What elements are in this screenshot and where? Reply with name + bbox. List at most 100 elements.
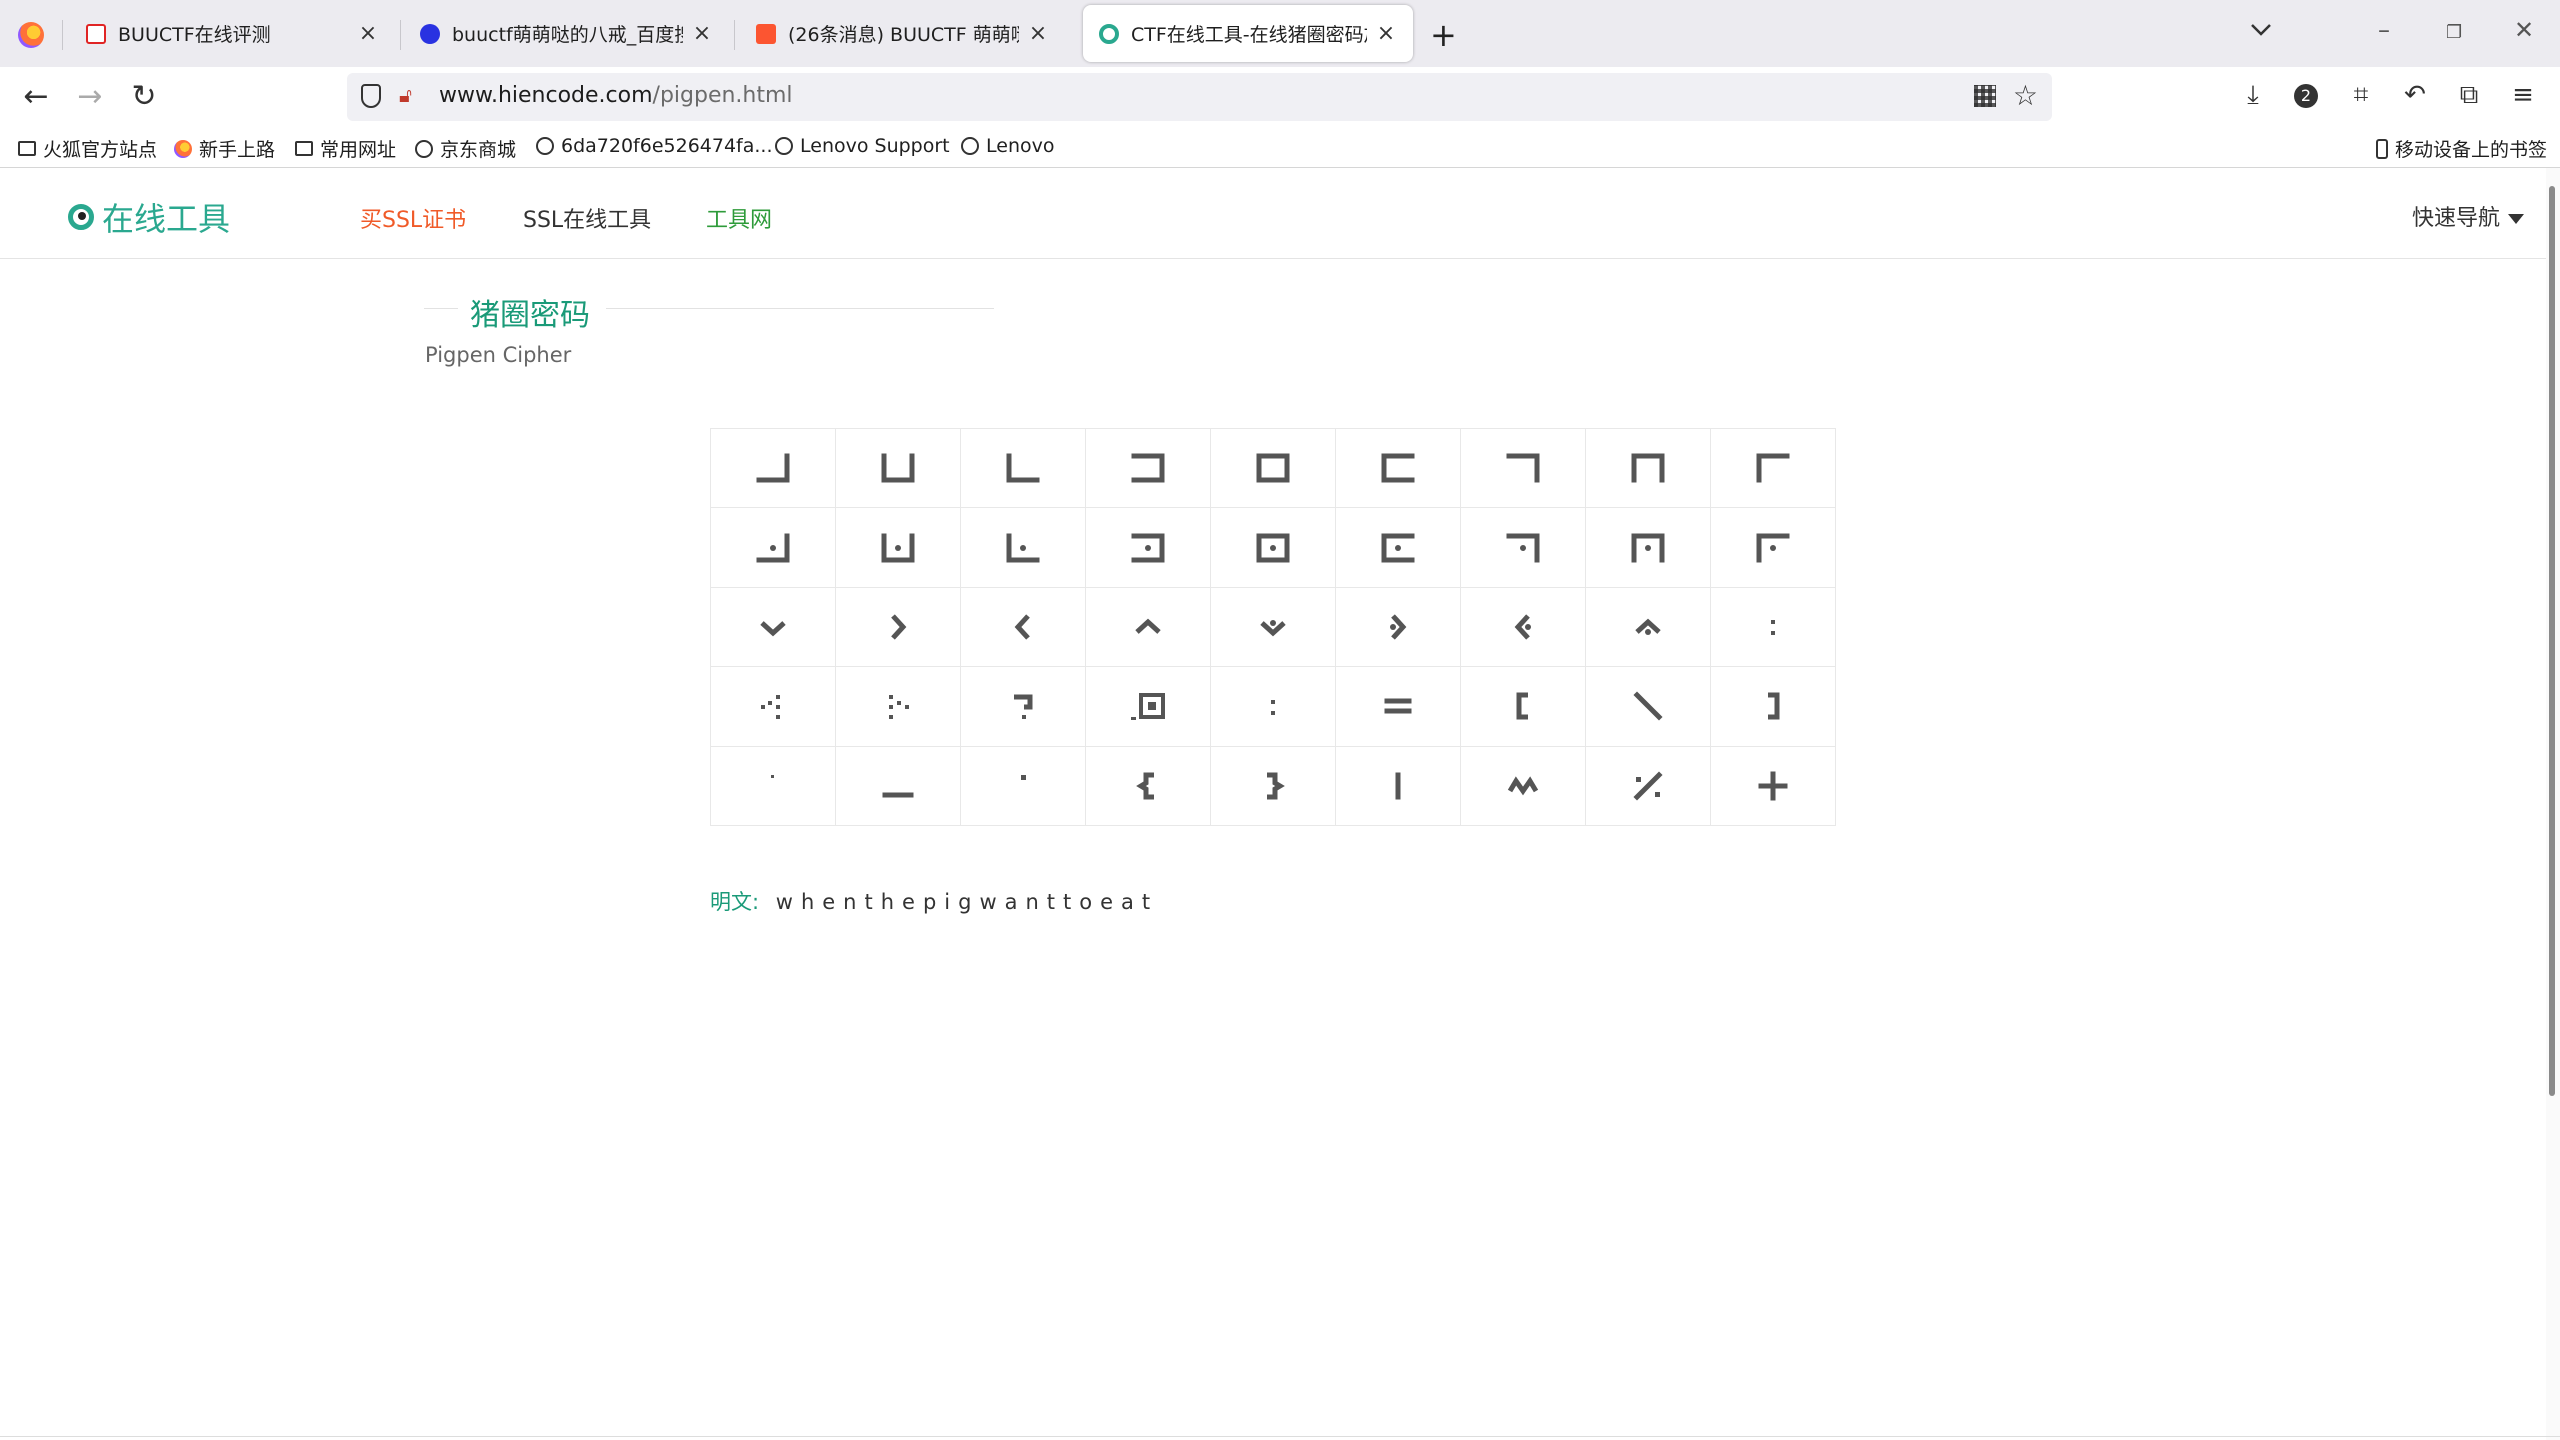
pigpen-key-percent[interactable] — [1585, 745, 1711, 827]
bookmark-star-icon[interactable]: ☆ — [2013, 79, 2038, 112]
pigpen-key-grid-tr[interactable] — [1460, 427, 1586, 509]
pigpen-key-underscore[interactable] — [835, 745, 961, 827]
restore-window-icon[interactable]: ❐ — [2446, 22, 2462, 43]
pigpen-key-v-up[interactable] — [1085, 586, 1211, 668]
pigpen-key-box-dot[interactable] — [1085, 666, 1211, 747]
pigpen-key-grid-br-dot[interactable] — [710, 507, 836, 588]
pigpen-symbol-icon — [1131, 693, 1165, 721]
bookmark-jd[interactable]: 京东商城 — [415, 135, 516, 162]
list-all-tabs-chevron-icon[interactable] — [2250, 18, 2272, 42]
pigpen-key-colon-small[interactable] — [1210, 666, 1336, 747]
pigpen-key-question[interactable] — [960, 666, 1086, 747]
pigpen-key-tilde[interactable] — [1460, 745, 1586, 827]
pigpen-key-grid-bl-br-dot[interactable] — [835, 507, 961, 588]
tab-baidu-search[interactable]: buuctf萌萌哒的八戒_百度搜索 × — [404, 5, 729, 62]
pigpen-key-v-left[interactable] — [960, 586, 1086, 668]
pigpen-key-grid-tr-dot[interactable] — [1460, 507, 1586, 588]
pigpen-key-equals[interactable] — [1335, 666, 1461, 747]
pigpen-symbol-icon — [1014, 614, 1030, 640]
bookmark-mobile[interactable]: 移动设备上的书签 — [2376, 135, 2547, 162]
nav-tools-site[interactable]: 工具网 — [706, 202, 772, 234]
qr-code-icon[interactable] — [1974, 85, 1996, 107]
pigpen-key-grid-all[interactable] — [1210, 427, 1336, 509]
bookmark-getting-started[interactable]: 新手上路 — [174, 135, 275, 162]
pigpen-key-bracket-left[interactable] — [1460, 666, 1586, 747]
back-arrow-icon[interactable]: ← — [16, 79, 56, 114]
reload-icon[interactable]: ↻ — [124, 79, 164, 114]
pigpen-key-colon[interactable] — [1710, 586, 1836, 668]
undo-arrow-icon[interactable]: ↶ — [2398, 80, 2432, 110]
pigpen-key-v-right-dot[interactable] — [1335, 586, 1461, 668]
pigpen-key-grid-tl-tr[interactable] — [1585, 427, 1711, 509]
pigpen-key-v-right[interactable] — [835, 586, 961, 668]
pigpen-symbol-icon — [891, 614, 907, 640]
scrollbar-thumb[interactable] — [2549, 186, 2555, 1096]
quick-nav-dropdown[interactable]: 快速导航 — [2412, 200, 2524, 232]
tab-buuctf[interactable]: BUUCTF在线评测 × — [70, 5, 395, 62]
page-scrollbar[interactable] — [2546, 168, 2560, 1440]
screenshot-crop-icon[interactable]: ⌗ — [2344, 80, 2378, 111]
pigpen-key-backslash[interactable] — [1585, 666, 1711, 747]
pigpen-key-v-left-dot[interactable] — [1460, 586, 1586, 668]
nav-ssl-tools[interactable]: SSL在线工具 — [523, 202, 651, 234]
pigpen-key-grid-tr-br-dot[interactable] — [1085, 507, 1211, 588]
firefox-logo-icon[interactable] — [18, 22, 44, 48]
close-tab-icon[interactable]: × — [357, 21, 379, 46]
extension-badge-icon[interactable]: 2 — [2294, 84, 2318, 108]
bookmark-firefox-official[interactable]: 火狐官方站点 — [18, 135, 157, 162]
pigpen-key-brace-left[interactable] — [1085, 745, 1211, 827]
pigpen-symbol-icon — [1006, 533, 1040, 563]
pigpen-key-plus[interactable] — [1710, 745, 1836, 827]
pigpen-symbol-icon — [1507, 776, 1539, 796]
pigpen-symbol-icon — [1506, 533, 1540, 563]
new-tab-plus-icon[interactable]: + — [1430, 16, 1457, 54]
close-tab-icon[interactable]: × — [1027, 21, 1049, 46]
site-header: 在线工具 买SSL证书 SSL在线工具 工具网 快速导航 — [0, 168, 2546, 259]
pigpen-key-v-down-dot[interactable] — [1210, 586, 1336, 668]
url-text[interactable]: www.hiencode.com/pigpen.html — [439, 83, 793, 108]
pigpen-key-grid-br[interactable] — [710, 427, 836, 509]
pigpen-key-grid-tl-bl-dot[interactable] — [1335, 507, 1461, 588]
pigpen-key-grid-bl[interactable] — [960, 427, 1086, 509]
pigpen-key-v-down[interactable] — [710, 586, 836, 668]
minimize-window-icon[interactable]: – — [2378, 16, 2390, 44]
forward-arrow-icon[interactable]: → — [70, 79, 110, 114]
pigpen-key-grid-bl-dot[interactable] — [960, 507, 1086, 588]
pigpen-key-brace-right[interactable] — [1210, 745, 1336, 827]
site-logo[interactable]: 在线工具 — [68, 194, 230, 240]
pigpen-key-backtick[interactable] — [710, 745, 836, 827]
bookmark-common-sites[interactable]: 常用网址 — [295, 135, 396, 162]
pigpen-symbol-icon — [889, 695, 909, 720]
pigpen-key-pipe[interactable] — [1335, 745, 1461, 827]
pigpen-key-grid-tr-br[interactable] — [1085, 427, 1211, 509]
pigpen-key-grid-tl[interactable] — [1710, 427, 1836, 509]
page-title: 猪圈密码 — [470, 298, 590, 333]
pigpen-symbol-icon — [1260, 619, 1286, 637]
bookmark-hash[interactable]: 6da720f6e526474fa... — [536, 135, 773, 157]
close-window-icon[interactable]: ✕ — [2514, 16, 2534, 44]
pigpen-key-grid-tl-tr-dot[interactable] — [1585, 507, 1711, 588]
pigpen-key-dots-left[interactable] — [710, 666, 836, 747]
app-menu-icon[interactable]: ≡ — [2506, 80, 2540, 110]
address-bar[interactable]: 🔓︎ www.hiencode.com/pigpen.html ☆ — [347, 73, 2052, 121]
pigpen-key-v-up-dot[interactable] — [1585, 586, 1711, 668]
insecure-lock-icon[interactable]: 🔓︎ — [399, 83, 421, 109]
nav-buy-ssl[interactable]: 买SSL证书 — [360, 202, 466, 234]
bookmark-lenovo[interactable]: Lenovo — [961, 135, 1054, 157]
pigpen-key-apostrophe[interactable] — [960, 745, 1086, 827]
tracking-shield-icon[interactable] — [361, 84, 381, 108]
tab-csdn[interactable]: (26条消息) BUUCTF 萌萌哒的八 × — [740, 5, 1065, 62]
downloads-icon[interactable]: ⤓ — [2236, 80, 2270, 111]
pigpen-key-grid-tl-dot[interactable] — [1710, 507, 1836, 588]
bookmark-lenovo-support[interactable]: Lenovo Support — [775, 135, 950, 157]
pigpen-key-bracket-right[interactable] — [1710, 666, 1836, 747]
extensions-puzzle-icon[interactable]: ⧉ — [2452, 80, 2486, 111]
pigpen-row — [710, 586, 1836, 668]
pigpen-key-dots-right[interactable] — [835, 666, 961, 747]
tab-ctf-tools[interactable]: CTF在线工具-在线猪圈密码加密 × — [1083, 5, 1413, 62]
pigpen-key-grid-all-dot[interactable] — [1210, 507, 1336, 588]
pigpen-key-grid-tl-bl[interactable] — [1335, 427, 1461, 509]
pigpen-key-grid-bl-br[interactable] — [835, 427, 961, 509]
close-tab-icon[interactable]: × — [1375, 21, 1397, 46]
close-tab-icon[interactable]: × — [691, 21, 713, 46]
